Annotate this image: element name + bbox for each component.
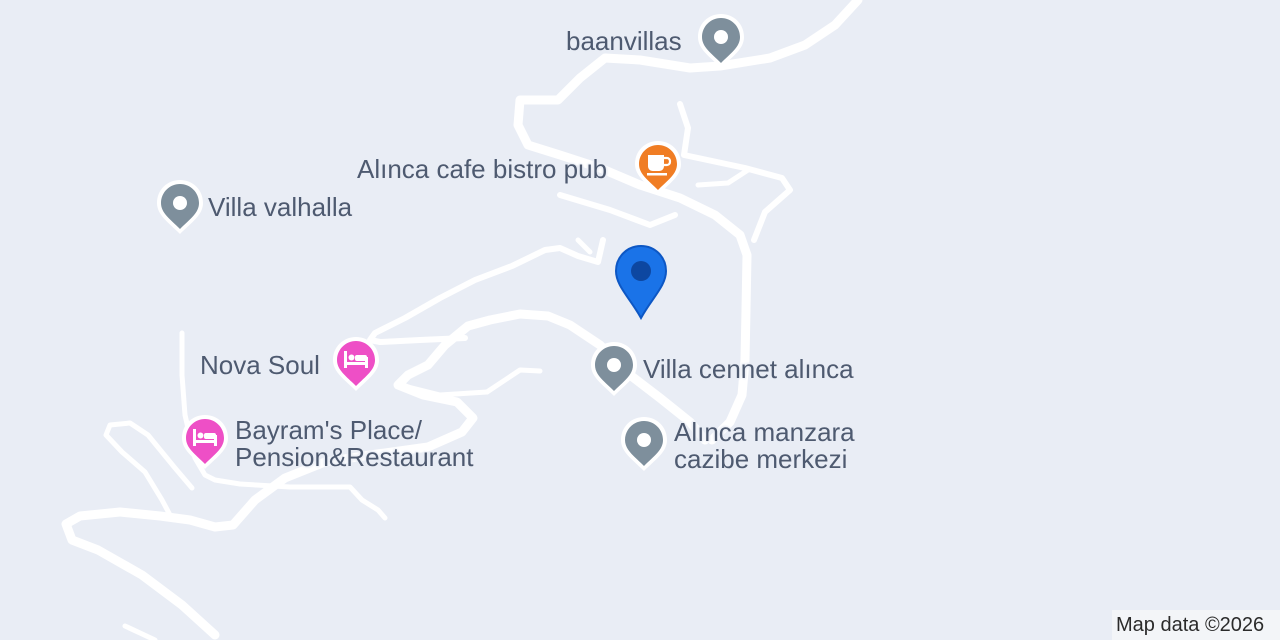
place-pin-icon (621, 417, 667, 471)
map-attribution: Map data ©2026 (1112, 610, 1280, 640)
poi-label-bayrams-place: Bayram's Place/ Pension&Restaurant (235, 417, 473, 471)
poi-label-line: Pension&Restaurant (235, 442, 474, 472)
poi-label-baanvillas: baanvillas (566, 26, 682, 56)
poi-label-nova-soul: Nova Soul (200, 350, 320, 380)
place-pin-icon (698, 14, 744, 68)
poi-villa-cennet-alinca[interactable] (589, 340, 639, 398)
place-pin-icon (591, 342, 637, 396)
coffee-cup-icon (635, 141, 681, 195)
poi-nova-soul[interactable] (331, 335, 381, 393)
location-pin-icon (614, 244, 668, 321)
poi-label-villa-valhalla: Villa valhalla (208, 192, 353, 222)
current-location-marker[interactable] (614, 244, 668, 321)
poi-label-line: Bayram's Place/ (235, 415, 423, 445)
poi-bayrams-place[interactable] (180, 413, 230, 471)
poi-label-villa-cennet-alinca: Villa cennet alınca (643, 354, 854, 384)
bed-icon (182, 415, 228, 469)
poi-label-alinca-manzara: Alınca manzara cazibe merkezi (674, 419, 855, 473)
poi-label-alinca-cafe-bistro-pub: Alınca cafe bistro pub (357, 154, 608, 184)
poi-baanvillas[interactable] (696, 12, 746, 70)
poi-villa-valhalla[interactable] (155, 178, 205, 236)
poi-alinca-manzara[interactable] (619, 415, 669, 473)
bed-icon (333, 337, 379, 391)
poi-label-line: Alınca manzara (674, 417, 855, 447)
poi-label-line: cazibe merkezi (674, 444, 848, 474)
poi-alinca-cafe-bistro-pub[interactable] (633, 139, 683, 197)
place-pin-icon (157, 180, 203, 234)
